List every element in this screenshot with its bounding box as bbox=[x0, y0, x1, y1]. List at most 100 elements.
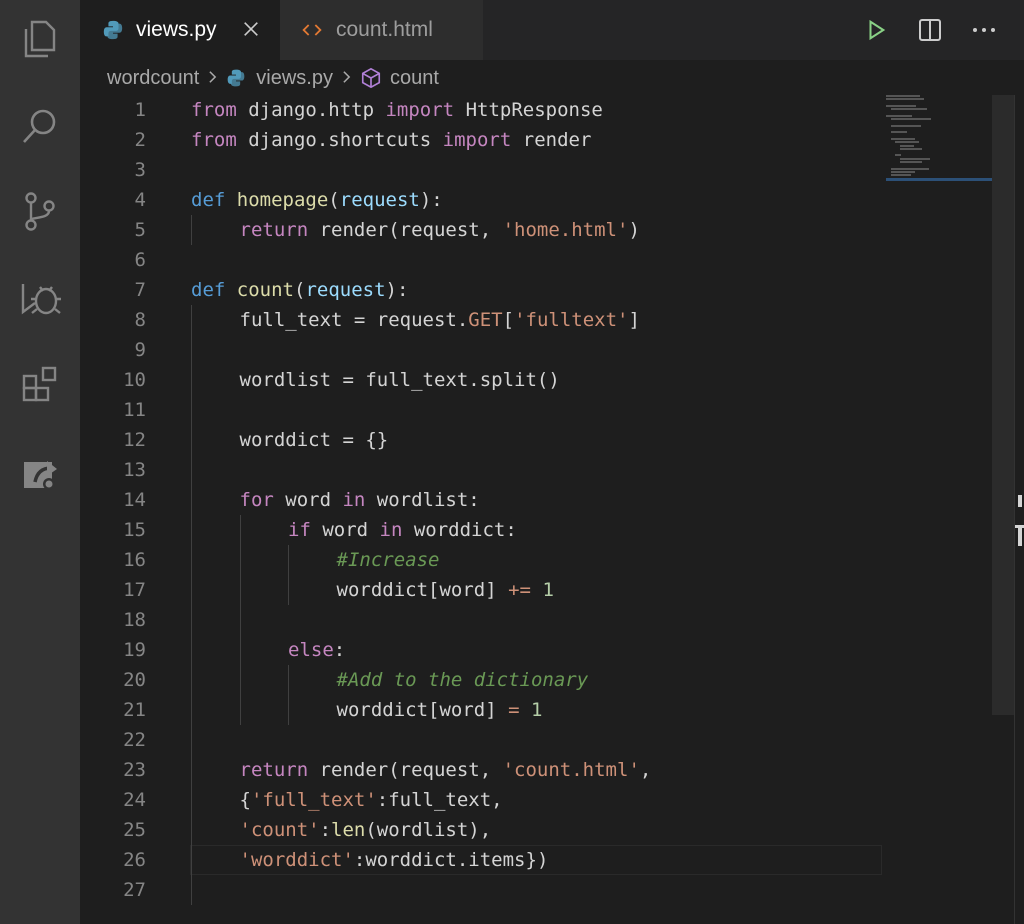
code-line[interactable]: 3 bbox=[80, 155, 880, 185]
editor-group: views.py count.html wordcount views.py c… bbox=[80, 0, 1024, 924]
line-number: 24 bbox=[123, 789, 146, 811]
line-number: 18 bbox=[123, 609, 146, 631]
minimap-viewport bbox=[886, 178, 994, 181]
line-number: 14 bbox=[123, 489, 146, 511]
code-text: return render(request, 'count.html', bbox=[239, 759, 652, 781]
line-number: 17 bbox=[123, 579, 146, 601]
minimap-line bbox=[899, 157, 930, 160]
code-line[interactable]: 20 #Add to the dictionary bbox=[80, 665, 880, 695]
breadcrumb-symbol[interactable]: count bbox=[360, 67, 439, 90]
code-line[interactable]: 6 bbox=[80, 245, 880, 275]
minimap-line bbox=[890, 137, 915, 140]
activity-bar bbox=[0, 0, 80, 924]
code-text: wordlist = full_text.split() bbox=[239, 369, 560, 391]
code-line[interactable]: 23 return render(request, 'count.html', bbox=[80, 755, 880, 785]
tab-views-py[interactable]: views.py bbox=[80, 0, 280, 60]
debug-icon[interactable] bbox=[17, 275, 63, 321]
minimap-line bbox=[899, 147, 922, 150]
minimap[interactable] bbox=[886, 95, 994, 185]
code-text: full_text = request.GET['fulltext'] bbox=[239, 309, 640, 331]
minimap-line bbox=[890, 108, 927, 111]
html-icon bbox=[302, 18, 326, 42]
breadcrumb-file[interactable]: views.py bbox=[226, 67, 333, 90]
code-line[interactable]: 22 bbox=[80, 725, 880, 755]
line-number: 19 bbox=[123, 639, 146, 661]
line-number: 8 bbox=[134, 309, 146, 331]
minimap-line bbox=[899, 144, 914, 147]
code-text: #Add to the dictionary bbox=[336, 669, 589, 691]
code-line[interactable]: 17 worddict[word] += 1 bbox=[80, 575, 880, 605]
chevron-right-icon bbox=[342, 68, 351, 89]
code-text: return render(request, 'home.html') bbox=[239, 219, 640, 241]
line-number: 15 bbox=[123, 519, 146, 541]
code-line[interactable]: 4 def homepage(request): bbox=[80, 185, 880, 215]
more-actions-icon[interactable] bbox=[970, 16, 998, 44]
code-text: if word in worddict: bbox=[288, 519, 517, 541]
search-icon[interactable] bbox=[17, 103, 63, 149]
line-number: 27 bbox=[123, 879, 146, 901]
tab-label: count.html bbox=[336, 18, 433, 41]
code-text: else: bbox=[288, 639, 346, 661]
line-number: 3 bbox=[134, 159, 146, 181]
code-line[interactable]: 13 bbox=[80, 455, 880, 485]
breadcrumb: wordcount views.py count bbox=[80, 60, 1024, 96]
line-number: 10 bbox=[123, 369, 146, 391]
overview-ruler bbox=[1014, 95, 1024, 924]
code-line[interactable]: 2 from django.shortcuts import render bbox=[80, 125, 880, 155]
code-text: from django.shortcuts import render bbox=[191, 129, 592, 151]
code-line[interactable]: 27 bbox=[80, 875, 880, 905]
line-number: 11 bbox=[123, 399, 146, 421]
breadcrumb-symbol-label: count bbox=[389, 66, 439, 89]
code-line[interactable]: 16 #Increase bbox=[80, 545, 880, 575]
code-line[interactable]: 12 worddict = {} bbox=[80, 425, 880, 455]
source-control-icon[interactable] bbox=[17, 188, 63, 234]
line-number: 21 bbox=[123, 699, 146, 721]
run-icon[interactable] bbox=[862, 16, 890, 44]
code-line[interactable]: 10 wordlist = full_text.split() bbox=[80, 365, 880, 395]
code-line[interactable]: 9 bbox=[80, 335, 880, 365]
code-line[interactable]: 15 if word in worddict: bbox=[80, 515, 880, 545]
close-icon[interactable] bbox=[238, 16, 264, 42]
code-line[interactable]: 21 worddict[word] = 1 bbox=[80, 695, 880, 725]
remote-explorer-icon[interactable] bbox=[17, 450, 63, 496]
code-line[interactable]: 1 from django.http import HttpResponse bbox=[80, 95, 880, 125]
split-editor-icon[interactable] bbox=[916, 16, 944, 44]
line-number: 20 bbox=[123, 669, 146, 691]
code-line[interactable]: 7 def count(request): bbox=[80, 275, 880, 305]
code-line[interactable]: 11 bbox=[80, 395, 880, 425]
overview-marker bbox=[1018, 528, 1022, 546]
code-line[interactable]: 24 {'full_text':full_text, bbox=[80, 785, 880, 815]
breadcrumb-file-label: views.py bbox=[256, 66, 333, 89]
minimap-line bbox=[899, 161, 922, 163]
code-editor[interactable]: 1 from django.http import HttpResponse 2 fr… bbox=[80, 95, 1024, 924]
minimap-line bbox=[886, 104, 916, 107]
minimap-line bbox=[895, 154, 901, 157]
tab-bar: views.py count.html bbox=[80, 0, 1024, 60]
tab-label: views.py bbox=[136, 18, 217, 41]
code-text: from django.http import HttpResponse bbox=[191, 99, 603, 121]
code-text: for word in wordlist: bbox=[239, 489, 480, 511]
code-line[interactable]: 8 full_text = request.GET['fulltext'] bbox=[80, 305, 880, 335]
minimap-line bbox=[890, 118, 931, 121]
code-text: 'count':len(wordlist), bbox=[239, 819, 492, 841]
code-text: worddict[word] += 1 bbox=[336, 579, 554, 601]
breadcrumb-folder[interactable]: wordcount bbox=[107, 67, 199, 90]
code-line[interactable]: 19 else: bbox=[80, 635, 880, 665]
minimap-line bbox=[886, 114, 912, 117]
line-number: 22 bbox=[123, 729, 146, 751]
code-text: def count(request): bbox=[191, 279, 409, 301]
explorer-icon[interactable] bbox=[17, 16, 63, 62]
line-number: 4 bbox=[134, 189, 146, 211]
code-line[interactable]: 5 return render(request, 'home.html') bbox=[80, 215, 880, 245]
minimap-line bbox=[886, 98, 924, 101]
overview-marker bbox=[1018, 495, 1022, 507]
minimap-line bbox=[890, 170, 915, 173]
line-number: 7 bbox=[134, 279, 146, 301]
code-line[interactable]: 26 'worddict':worddict.items}) bbox=[80, 845, 880, 875]
vertical-scrollbar[interactable] bbox=[992, 95, 1014, 715]
tab-count-html[interactable]: count.html bbox=[280, 0, 483, 60]
extensions-icon[interactable] bbox=[17, 362, 63, 408]
code-line[interactable]: 25 'count':len(wordlist), bbox=[80, 815, 880, 845]
code-line[interactable]: 18 bbox=[80, 605, 880, 635]
code-line[interactable]: 14 for word in wordlist: bbox=[80, 485, 880, 515]
